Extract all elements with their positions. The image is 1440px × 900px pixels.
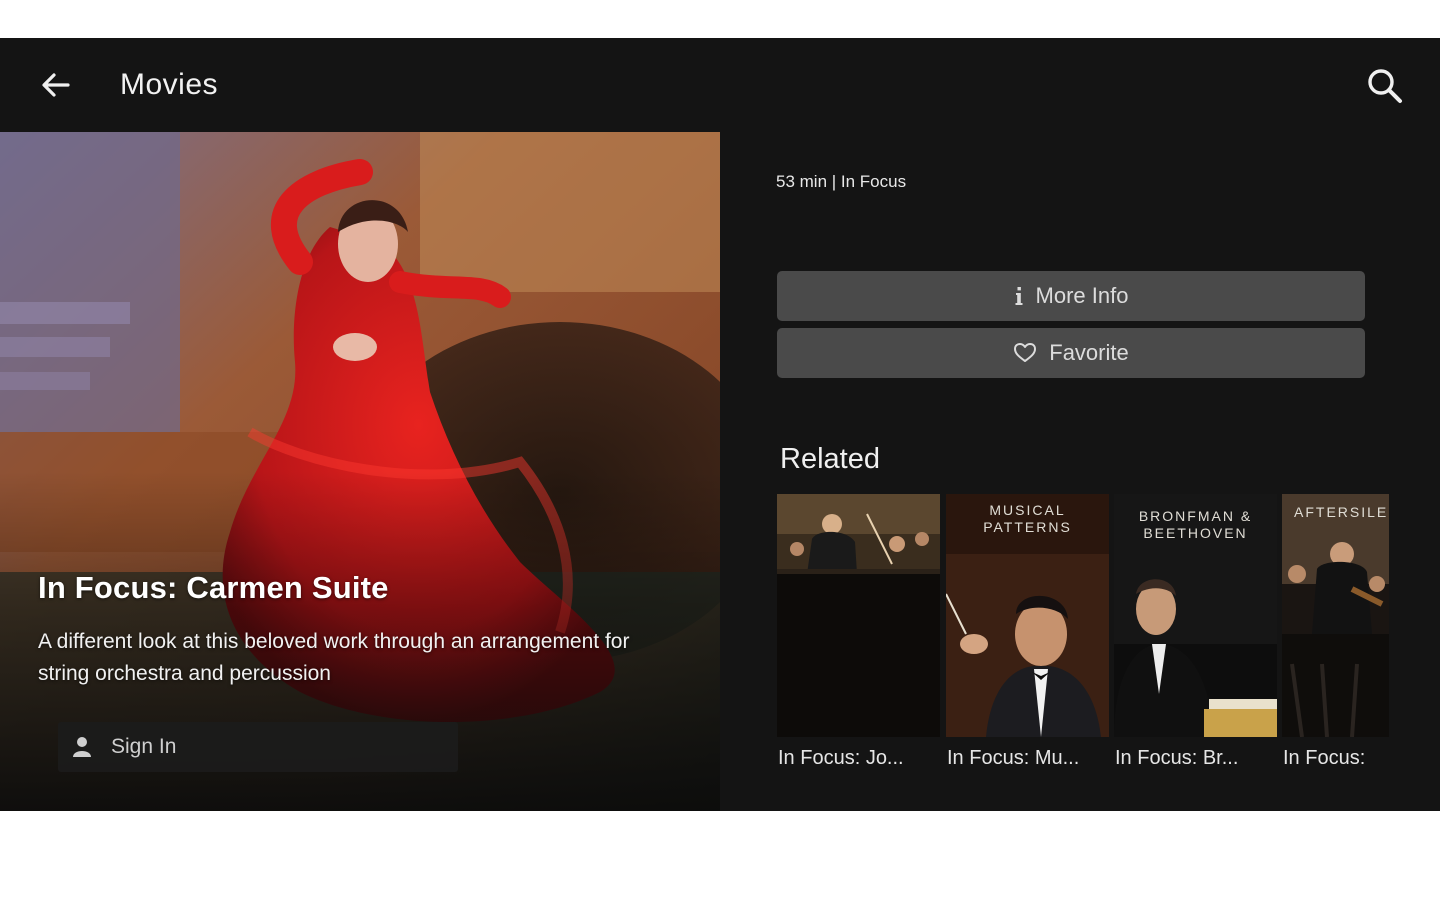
related-thumbnail: BRONFMAN & BEETHOVEN — [1114, 494, 1277, 737]
search-icon — [1368, 69, 1402, 103]
related-caption: In Focus: Br... — [1115, 747, 1239, 769]
back-arrow-icon — [42, 73, 70, 97]
related-card[interactable]: AFTERSILE In Focus: — [1282, 494, 1389, 784]
more-info-button[interactable]: More Info — [777, 271, 1365, 321]
related-card[interactable]: MUSICAL PATTERNS In Focus: Mu... — [946, 494, 1109, 784]
related-thumbnail: AFTERSILE — [1282, 494, 1389, 737]
info-icon — [1014, 286, 1024, 306]
sign-in-button[interactable]: Sign In — [58, 722, 458, 772]
top-bar: Movies — [0, 38, 1440, 132]
search-button[interactable] — [1362, 63, 1408, 109]
related-thumbnail: MUSICAL PATTERNS — [946, 494, 1109, 737]
app-window: Movies In Focus: Carmen Suite A differen… — [0, 38, 1440, 811]
back-button[interactable] — [34, 65, 76, 105]
hero-banner[interactable]: In Focus: Carmen Suite A different look … — [0, 132, 720, 811]
favorite-button[interactable]: Favorite — [777, 328, 1365, 378]
more-info-label: More Info — [1035, 283, 1129, 308]
heart-icon — [1013, 342, 1037, 364]
related-caption: In Focus: — [1283, 747, 1366, 769]
hero-title: In Focus: Carmen Suite — [38, 570, 389, 605]
thumbnail-title-text: BRONFMAN & BEETHOVEN — [1138, 508, 1253, 541]
hero-gradient-overlay — [0, 132, 720, 811]
related-carousel[interactable]: In Focus: Jo... MUSICAL PATTERNS In Focu… — [777, 494, 1389, 784]
sign-in-label: Sign In — [111, 735, 177, 758]
related-caption: In Focus: Jo... — [778, 747, 904, 769]
user-icon — [73, 737, 91, 757]
related-thumbnail — [777, 494, 940, 737]
thumbnail-title-text: MUSICAL PATTERNS — [983, 502, 1072, 535]
related-card[interactable]: In Focus: Jo... — [777, 494, 940, 784]
page-title: Movies — [120, 68, 219, 101]
hero-description: A different look at this beloved work th… — [38, 630, 630, 685]
favorite-label: Favorite — [1049, 340, 1129, 365]
duration-series-meta: 53 min | In Focus — [776, 172, 907, 191]
related-heading: Related — [780, 443, 880, 475]
thumbnail-title-text: AFTERSILE — [1294, 504, 1389, 520]
related-card[interactable]: BRONFMAN & BEETHOVEN In Focus: Br... — [1114, 494, 1277, 784]
related-caption: In Focus: Mu... — [947, 747, 1080, 769]
